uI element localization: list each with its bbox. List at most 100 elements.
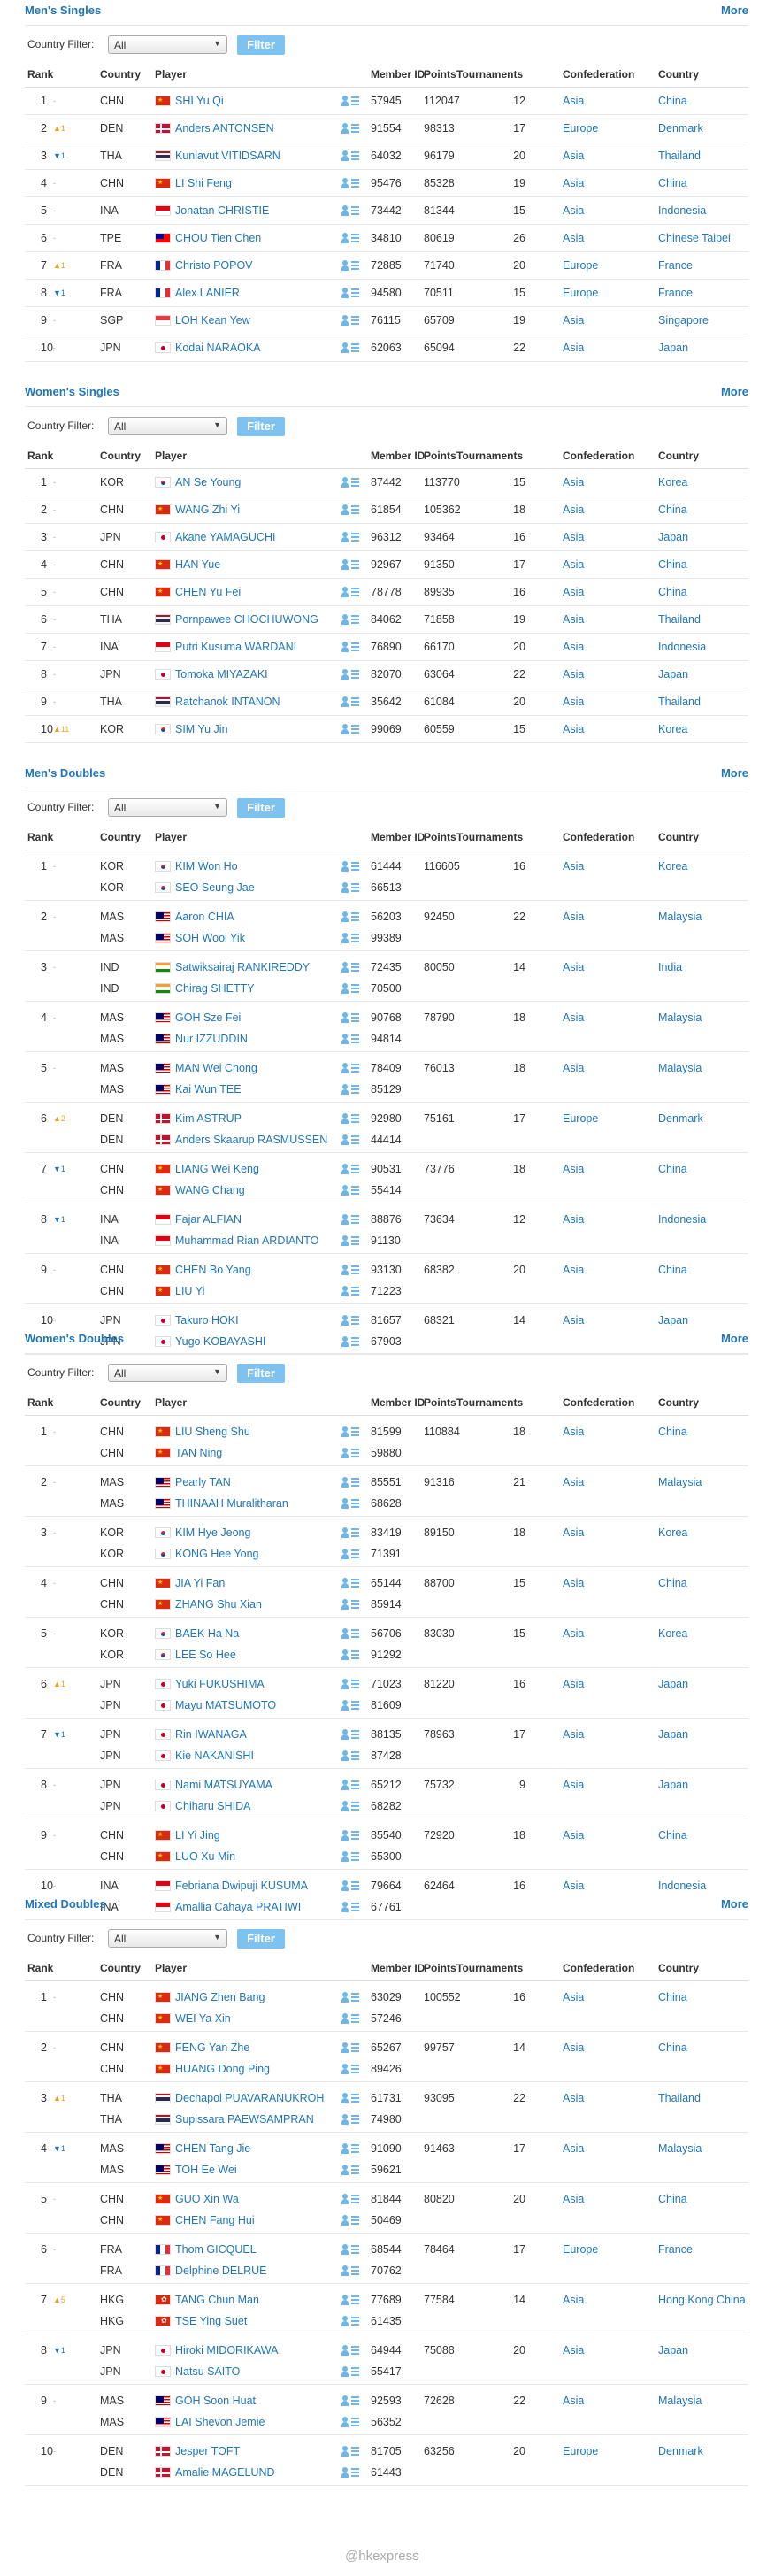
- player-profile-icon[interactable]: [341, 1234, 359, 1247]
- confederation-link[interactable]: Asia: [563, 860, 584, 873]
- player-profile-icon[interactable]: [341, 2294, 359, 2306]
- filter-button[interactable]: Filter: [237, 35, 285, 55]
- player-name-link[interactable]: TAN Ning: [175, 1447, 222, 1459]
- more-link[interactable]: More: [721, 385, 748, 398]
- player-profile-icon[interactable]: [341, 1062, 359, 1074]
- confederation-link[interactable]: Europe: [563, 122, 598, 135]
- player-name-link[interactable]: LIU Sheng Shu: [175, 1426, 250, 1438]
- player-profile-icon[interactable]: [341, 1577, 359, 1589]
- player-profile-icon[interactable]: [341, 2395, 359, 2407]
- confederation-link[interactable]: Asia: [563, 95, 584, 107]
- player-name-link[interactable]: SOH Wooi Yik: [175, 932, 245, 944]
- player-name-link[interactable]: LEE So Hee: [175, 1649, 236, 1661]
- country-link[interactable]: Japan: [658, 1678, 688, 1690]
- player-profile-icon[interactable]: [341, 1011, 359, 1024]
- confederation-link[interactable]: Asia: [563, 342, 584, 354]
- country-link[interactable]: Denmark: [658, 1112, 703, 1125]
- player-name-link[interactable]: LIANG Wei Keng: [175, 1163, 259, 1175]
- country-link[interactable]: Thailand: [658, 2092, 701, 2104]
- confederation-link[interactable]: Asia: [563, 2344, 584, 2357]
- player-profile-icon[interactable]: [341, 204, 359, 217]
- confederation-link[interactable]: Europe: [563, 259, 598, 272]
- player-profile-icon[interactable]: [341, 1749, 359, 1762]
- country-filter-select[interactable]: All ▼: [108, 417, 227, 435]
- player-profile-icon[interactable]: [341, 1829, 359, 1842]
- confederation-link[interactable]: Asia: [563, 177, 584, 189]
- country-link[interactable]: France: [658, 259, 693, 272]
- confederation-link[interactable]: Asia: [563, 668, 584, 681]
- player-name-link[interactable]: HAN Yue: [175, 558, 220, 571]
- player-profile-icon[interactable]: [341, 259, 359, 272]
- player-profile-icon[interactable]: [341, 1285, 359, 1297]
- player-name-link[interactable]: CHEN Yu Fei: [175, 586, 241, 598]
- player-name-link[interactable]: LIU Yi: [175, 1285, 204, 1297]
- player-profile-icon[interactable]: [341, 2243, 359, 2256]
- confederation-link[interactable]: Asia: [563, 1577, 584, 1589]
- player-name-link[interactable]: Yuki FUKUSHIMA: [175, 1678, 265, 1690]
- player-name-link[interactable]: Hiroki MIDORIKAWA: [175, 2344, 278, 2357]
- player-name-link[interactable]: Kie NAKANISHI: [175, 1749, 254, 1762]
- player-profile-icon[interactable]: [341, 177, 359, 189]
- country-link[interactable]: Thailand: [658, 613, 701, 626]
- player-name-link[interactable]: CHEN Fang Hui: [175, 2214, 255, 2226]
- player-name-link[interactable]: Natsu SAITO: [175, 2365, 240, 2378]
- confederation-link[interactable]: Asia: [563, 1678, 584, 1690]
- player-profile-icon[interactable]: [341, 1699, 359, 1711]
- country-link[interactable]: Malaysia: [658, 1476, 702, 1488]
- confederation-link[interactable]: Europe: [563, 287, 598, 299]
- country-link[interactable]: Japan: [658, 1779, 688, 1791]
- country-link[interactable]: Japan: [658, 2344, 688, 2357]
- player-name-link[interactable]: Pornpawee CHOCHUWONG: [175, 613, 318, 626]
- player-name-link[interactable]: Akane YAMAGUCHI: [175, 531, 275, 543]
- player-profile-icon[interactable]: [341, 1678, 359, 1690]
- player-name-link[interactable]: Delphine DELRUE: [175, 2265, 267, 2277]
- country-link[interactable]: China: [658, 504, 687, 516]
- player-profile-icon[interactable]: [341, 2214, 359, 2226]
- player-name-link[interactable]: Anders Skaarup RASMUSSEN: [175, 1134, 327, 1146]
- player-profile-icon[interactable]: [341, 1134, 359, 1146]
- player-profile-icon[interactable]: [341, 1800, 359, 1812]
- country-link[interactable]: France: [658, 287, 693, 299]
- confederation-link[interactable]: Asia: [563, 476, 584, 488]
- player-profile-icon[interactable]: [341, 504, 359, 516]
- country-filter-select[interactable]: All ▼: [108, 35, 227, 54]
- player-name-link[interactable]: Ratchanok INTANON: [175, 696, 280, 708]
- confederation-link[interactable]: Asia: [563, 911, 584, 923]
- player-name-link[interactable]: Thom GICQUEL: [175, 2243, 257, 2256]
- confederation-link[interactable]: Asia: [563, 232, 584, 244]
- player-profile-icon[interactable]: [341, 1426, 359, 1438]
- player-profile-icon[interactable]: [341, 122, 359, 135]
- more-link[interactable]: More: [721, 1897, 748, 1911]
- player-name-link[interactable]: FENG Yan Zhe: [175, 2042, 249, 2054]
- player-name-link[interactable]: LUO Xu Min: [175, 1850, 235, 1863]
- player-name-link[interactable]: JIA Yi Fan: [175, 1577, 225, 1589]
- player-profile-icon[interactable]: [341, 1728, 359, 1741]
- country-link[interactable]: China: [658, 1829, 687, 1842]
- player-name-link[interactable]: KIM Won Ho: [175, 860, 238, 873]
- player-profile-icon[interactable]: [341, 95, 359, 107]
- confederation-link[interactable]: Asia: [563, 1526, 584, 1539]
- country-link[interactable]: China: [658, 586, 687, 598]
- confederation-link[interactable]: Asia: [563, 1991, 584, 2003]
- player-name-link[interactable]: WANG Zhi Yi: [175, 504, 240, 516]
- player-profile-icon[interactable]: [341, 232, 359, 244]
- player-profile-icon[interactable]: [341, 2164, 359, 2176]
- confederation-link[interactable]: Asia: [563, 2042, 584, 2054]
- player-profile-icon[interactable]: [341, 641, 359, 653]
- confederation-link[interactable]: Europe: [563, 2445, 598, 2457]
- player-profile-icon[interactable]: [341, 2092, 359, 2104]
- player-name-link[interactable]: Alex LANIER: [175, 287, 240, 299]
- confederation-link[interactable]: Asia: [563, 723, 584, 735]
- player-profile-icon[interactable]: [341, 150, 359, 162]
- player-name-link[interactable]: Febriana Dwipuji KUSUMA: [175, 1880, 308, 1892]
- confederation-link[interactable]: Asia: [563, 613, 584, 626]
- player-profile-icon[interactable]: [341, 558, 359, 571]
- player-profile-icon[interactable]: [341, 1880, 359, 1892]
- player-name-link[interactable]: SHI Yu Qi: [175, 95, 224, 107]
- player-profile-icon[interactable]: [341, 2063, 359, 2075]
- player-profile-icon[interactable]: [341, 2265, 359, 2277]
- player-profile-icon[interactable]: [341, 1033, 359, 1045]
- confederation-link[interactable]: Asia: [563, 1779, 584, 1791]
- player-name-link[interactable]: CHEN Tang Jie: [175, 2142, 250, 2155]
- confederation-link[interactable]: Asia: [563, 1314, 584, 1326]
